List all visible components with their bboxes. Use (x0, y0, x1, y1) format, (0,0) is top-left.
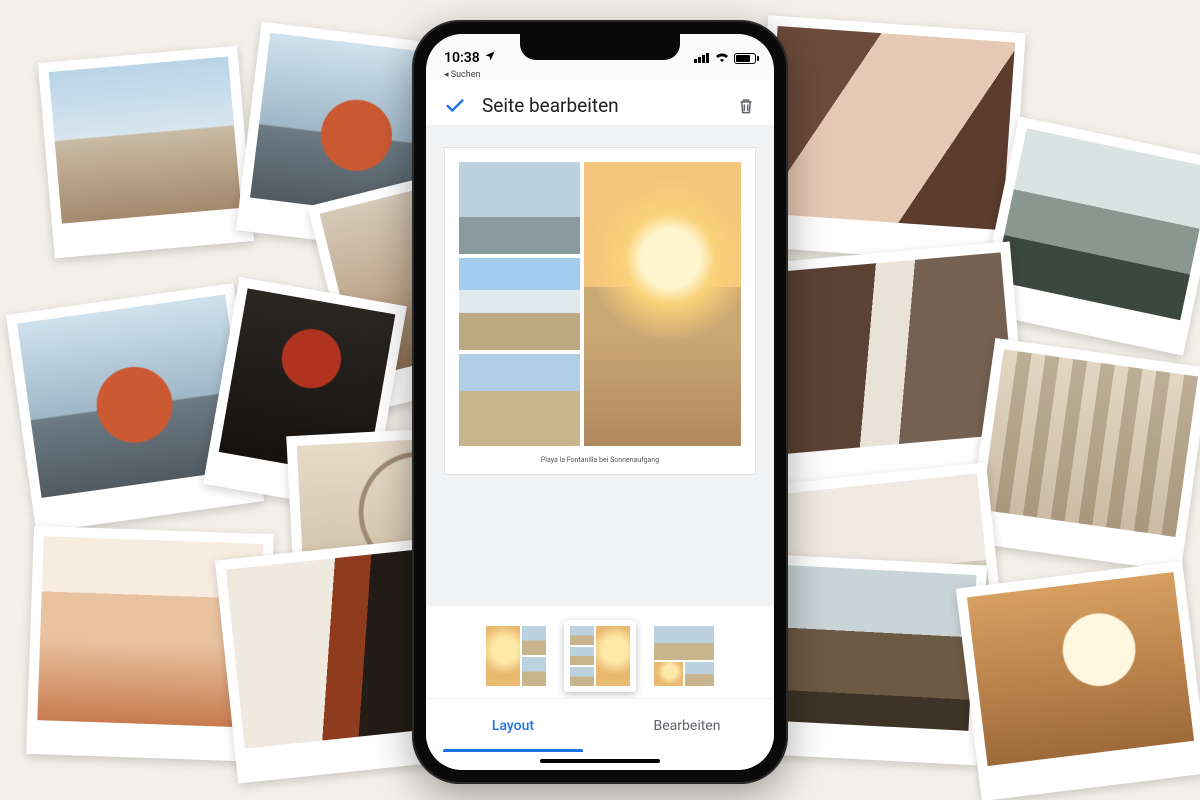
location-arrow-icon (484, 50, 496, 66)
collage-photo[interactable] (459, 258, 580, 350)
layout-option[interactable] (480, 620, 552, 692)
cell-signal-icon (694, 53, 710, 63)
photo-collage (459, 162, 741, 446)
tab-layout[interactable]: Layout (426, 699, 600, 752)
collage-photo[interactable] (459, 162, 580, 254)
battery-icon (734, 53, 756, 64)
page-canvas-area: Playa la Fontanilla bei Sonnenaufgang (426, 125, 774, 606)
wifi-icon (714, 50, 730, 66)
background-photo (752, 15, 1026, 264)
collage-photo[interactable] (459, 354, 580, 446)
phone-frame: 10:38 ◂ Suchen Seite bearbeiten (412, 20, 788, 784)
app-header: Seite bearbeiten (426, 80, 774, 125)
bottom-tabs: Layout Bearbeiten (426, 698, 774, 752)
phone-screen: 10:38 ◂ Suchen Seite bearbeiten (426, 34, 774, 770)
page-title: Seite bearbeiten (482, 94, 720, 117)
background-photo (956, 561, 1200, 800)
layout-thumbnails (426, 606, 774, 698)
photobook-page[interactable]: Playa la Fontanilla bei Sonnenaufgang (444, 147, 756, 475)
back-to-app[interactable]: ◂ Suchen (426, 70, 774, 80)
confirm-check-icon[interactable] (444, 95, 466, 117)
tab-edit[interactable]: Bearbeiten (600, 699, 774, 752)
page-caption[interactable]: Playa la Fontanilla bei Sonnenaufgang (459, 446, 741, 470)
background-photo (765, 555, 987, 766)
home-indicator[interactable] (426, 752, 774, 770)
phone-notch (520, 34, 680, 60)
collage-photo[interactable] (584, 162, 741, 446)
delete-trash-icon[interactable] (736, 96, 756, 116)
layout-option-selected[interactable] (564, 620, 636, 692)
layout-option[interactable] (648, 620, 720, 692)
background-photo (967, 338, 1200, 572)
background-photo (38, 46, 254, 259)
status-time: 10:38 (444, 50, 480, 66)
